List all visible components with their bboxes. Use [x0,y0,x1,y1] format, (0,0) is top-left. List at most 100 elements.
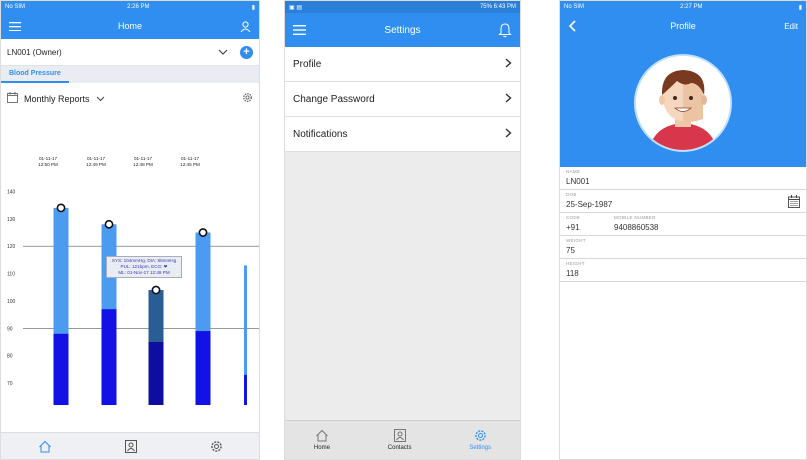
report-selector: Monthly Reports [1,83,259,114]
nav-settings[interactable]: Settings [469,429,491,451]
dob-value: 25-Sep-1987 [566,200,613,209]
nav-home[interactable]: Home [314,429,330,451]
weight-value: 75 [566,246,575,255]
chart-tooltip: SYS: 104mmHg, DIA: 85mmHg PUL: 121bpm, E… [106,256,182,278]
menu-icon[interactable] [293,25,306,35]
calendar-icon [7,92,18,105]
settings-item-change-password[interactable]: Change Password [285,82,520,117]
status-bar: No SIM 2:27 PM ▮ [560,1,806,13]
notification-icons: ▣ ▤ [289,4,303,11]
y-tick-label: 130 [7,217,16,223]
nav-label: Settings [469,445,492,451]
bottom-nav [1,432,259,459]
calendar-icon[interactable] [788,195,800,213]
code-field[interactable]: CODE +91 [566,215,614,233]
name-value: LN001 [566,177,590,186]
carrier-label: No SIM [564,4,585,10]
edit-button[interactable]: Edit [784,22,798,31]
settings-list-area: Profile Change Password Notifications [285,47,520,420]
nav-label: Home [313,445,330,451]
account-selector[interactable]: LN001 (Owner) + [1,39,259,66]
name-field: NAME LN001 [560,167,806,190]
bar-partial-lower [244,374,247,405]
x-category-date: 01-11-17 [87,156,105,161]
bar-lower [101,309,117,405]
add-account-button[interactable]: + [240,45,253,59]
report-chevron-icon[interactable] [96,94,105,104]
avatar-header [560,39,806,167]
y-tick-label: 120 [7,244,16,250]
nav-home[interactable] [38,440,52,453]
page-title: Profile [670,21,696,31]
dob-field[interactable]: DOB 25-Sep-1987 [560,190,806,213]
user-icon[interactable] [240,20,251,32]
data-point [198,228,208,237]
phone-row: CODE +91 MOBILE NUMBER 9408860538 [560,213,806,236]
settings-icon [210,440,222,452]
page-title: Settings [384,24,421,36]
battery-icon: ▮ [251,4,255,11]
height-label: HEIGHT [566,261,585,266]
battery-icon: ▮ [798,4,802,11]
tab-bar: Blood Pressure [1,66,259,83]
code-label: CODE [566,215,581,220]
status-bar: ▣ ▤ 75% 6:43 PM [285,1,520,13]
x-category-time: 12:50 PM [38,162,58,167]
data-point [151,285,161,295]
height-field[interactable]: HEIGHT 118 [560,259,806,282]
home-icon [316,429,328,442]
code-value: +91 [566,223,580,232]
mobile-label: MOBILE NUMBER [614,215,656,220]
settings-icon [474,430,486,441]
page-title: Home [117,21,142,31]
nav-label: Contacts [387,445,412,451]
x-category-time: 12:49 PM [86,162,106,167]
tooltip-line-3: ML: 01-Nov-17 12:49 PM [118,270,170,275]
settings-item-label: Notifications [293,128,348,140]
x-category-date: 01-11-17 [181,156,199,161]
name-label: NAME [566,169,581,174]
settings-item-profile[interactable]: Profile [285,47,520,82]
home-icon [38,440,51,452]
status-time: 2:26 PM [127,4,150,10]
chevron-right-icon [505,92,512,106]
bar-lower [53,333,69,405]
home-screen: No SIM 2:26 PM ▮ Home LN001 (Owner) + Bl… [0,0,260,460]
status-bar: No SIM 2:26 PM ▮ [1,1,259,13]
data-point [104,219,114,229]
y-tick-label: 140 [7,189,16,195]
x-category-time: 12:48 PM [133,162,153,167]
back-icon[interactable] [568,20,576,32]
chart-svg: 14013012011010090807001-11-1712:50 PM01-… [7,156,259,405]
nav-contacts[interactable] [124,439,137,453]
y-tick-label: 110 [7,272,15,278]
weight-label: WEIGHT [566,238,586,243]
settings-item-notifications[interactable]: Notifications [285,117,520,152]
status-time: 6:43 PM [493,4,516,10]
x-category-date: 01-11-17 [134,156,152,161]
nav-settings[interactable] [210,440,223,453]
bar-lower [148,342,164,405]
x-category-date: 01-11-17 [39,156,57,161]
bell-icon[interactable] [498,22,512,38]
tab-blood-pressure[interactable]: Blood Pressure [1,66,69,83]
bar-lower [195,331,211,405]
x-category-time: 12:45 PM [180,162,200,167]
nav-contacts[interactable]: Contacts [387,429,412,451]
battery-percent: 75% [479,4,492,10]
report-type-label[interactable]: Monthly Reports [24,94,90,104]
settings-item-label: Profile [293,58,322,70]
menu-icon[interactable] [9,21,21,31]
mobile-field[interactable]: MOBILE NUMBER 9408860538 [614,215,659,233]
weight-field[interactable]: WEIGHT 75 [560,236,806,259]
data-point [56,203,66,213]
chevron-down-icon[interactable] [218,48,228,57]
carrier-label: No SIM [5,4,26,10]
chevron-right-icon [505,127,512,141]
bp-chart: 140 130 120 110 100 90 80 70 01-11-17 12:50 PM 01-… [1,140,259,420]
avatar [634,54,732,152]
gear-icon[interactable] [242,92,253,105]
status-time: 2:27 PM [680,4,703,10]
dob-label: DOB [566,192,577,197]
settings-screen: ▣ ▤ 75% 6:43 PM Settings Profile Change … [284,0,521,460]
